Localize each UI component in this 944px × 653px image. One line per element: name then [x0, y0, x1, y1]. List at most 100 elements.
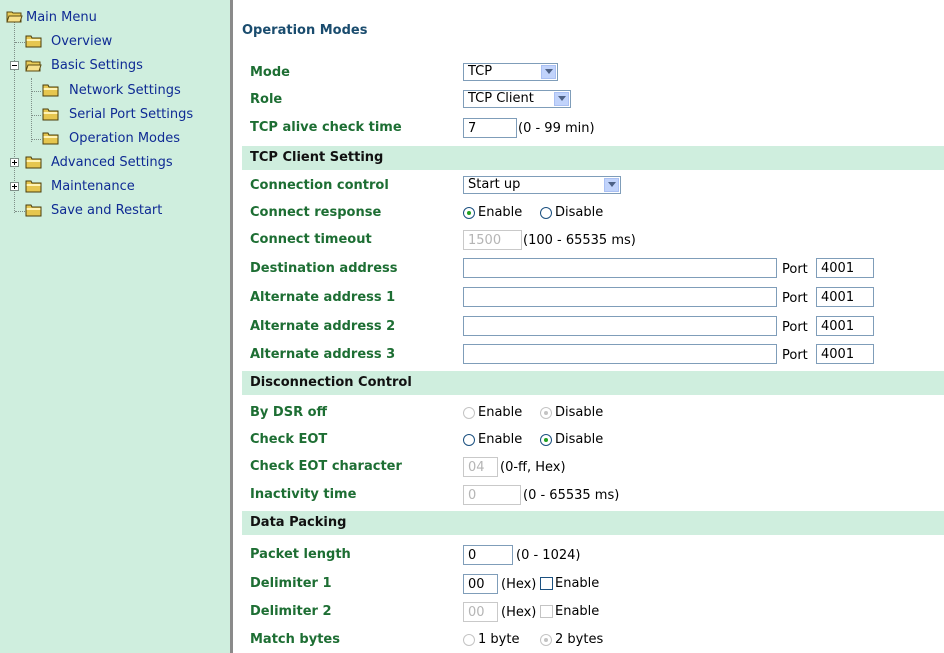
- inactivity-time-hint: (0 - 65535 ms): [523, 488, 620, 503]
- match-bytes-label: Match bytes: [250, 632, 340, 647]
- port-label: Port: [782, 291, 808, 306]
- alive-check-label: TCP alive check time: [250, 120, 402, 135]
- section-data-packing: Data Packing: [242, 511, 944, 535]
- connection-control-select[interactable]: Start up: [463, 176, 621, 194]
- alternate-port-3-input[interactable]: [816, 344, 874, 364]
- alive-check-input[interactable]: [463, 118, 517, 138]
- sidebar-item-operation-modes[interactable]: Operation Modes: [0, 129, 210, 149]
- alternate-address-2-label: Alternate address 2: [250, 319, 396, 334]
- alternate-port-1-input[interactable]: [816, 287, 874, 307]
- sidebar-item-network-settings[interactable]: Network Settings: [0, 81, 210, 101]
- dsr-off-disable-radio[interactable]: [540, 407, 552, 419]
- check-eot-disable-label[interactable]: Disable: [555, 432, 603, 447]
- folder-icon: [42, 132, 59, 145]
- check-eot-enable-label[interactable]: Enable: [478, 432, 522, 447]
- alternate-address-3-input[interactable]: [463, 344, 777, 364]
- delimiter-2-input[interactable]: [463, 602, 498, 622]
- delimiter-1-enable-label[interactable]: Enable: [555, 576, 599, 591]
- packet-length-label: Packet length: [250, 547, 351, 562]
- folder-open-icon: [25, 60, 42, 72]
- folder-icon: [25, 180, 42, 193]
- role-label: Role: [250, 92, 283, 107]
- connect-response-enable-radio[interactable]: [463, 207, 475, 219]
- section-disconnection-control: Disconnection Control: [242, 371, 944, 395]
- sidebar-item-label: Operation Modes: [69, 131, 181, 146]
- connect-response-enable-label[interactable]: Enable: [478, 205, 522, 220]
- folder-icon: [25, 204, 42, 217]
- sidebar: Main Menu Overview Basic Settings Networ…: [0, 0, 230, 653]
- section-title: TCP Client Setting: [250, 150, 384, 165]
- sidebar-item-basic-settings[interactable]: Basic Settings: [0, 56, 200, 76]
- inactivity-time-label: Inactivity time: [250, 487, 357, 502]
- alive-check-hint: (0 - 99 min): [518, 121, 595, 136]
- connect-response-disable-label[interactable]: Disable: [555, 205, 603, 220]
- match-two-bytes-label[interactable]: 2 bytes: [555, 632, 603, 647]
- mode-select-value: TCP: [468, 64, 493, 79]
- alternate-port-2-input[interactable]: [816, 316, 874, 336]
- folder-icon: [42, 108, 59, 121]
- delimiter-2-enable-label[interactable]: Enable: [555, 604, 599, 619]
- delimiter-1-hex: (Hex): [501, 577, 537, 592]
- sidebar-item-maintenance[interactable]: Maintenance: [0, 177, 200, 197]
- sidebar-item-label: Basic Settings: [51, 58, 143, 73]
- role-select[interactable]: TCP Client: [463, 90, 571, 108]
- sidebar-item-label: Save and Restart: [51, 203, 163, 218]
- dsr-off-enable-label[interactable]: Enable: [478, 405, 522, 420]
- mode-label: Mode: [250, 65, 290, 80]
- folder-open-icon: [6, 11, 23, 23]
- sidebar-item-main-menu[interactable]: Main Menu: [0, 8, 200, 28]
- destination-port-input[interactable]: [816, 258, 874, 278]
- alternate-address-3-label: Alternate address 3: [250, 347, 396, 362]
- plus-toggle-icon[interactable]: [10, 158, 19, 167]
- connect-response-disable-radio[interactable]: [540, 207, 552, 219]
- eot-character-label: Check EOT character: [250, 459, 402, 474]
- inactivity-time-input[interactable]: [463, 485, 521, 505]
- folder-icon: [25, 156, 42, 169]
- sidebar-item-serial-port-settings[interactable]: Serial Port Settings: [0, 105, 215, 125]
- check-eot-disable-radio[interactable]: [540, 434, 552, 446]
- match-one-byte-label[interactable]: 1 byte: [478, 632, 519, 647]
- eot-character-hint: (0-ff, Hex): [500, 460, 566, 475]
- port-label: Port: [782, 320, 808, 335]
- destination-address-input[interactable]: [463, 258, 777, 278]
- sidebar-item-advanced-settings[interactable]: Advanced Settings: [0, 153, 210, 173]
- section-title: Disconnection Control: [250, 375, 412, 390]
- delimiter-1-input[interactable]: [463, 574, 498, 594]
- delimiter-2-enable-checkbox[interactable]: [540, 605, 553, 618]
- eot-character-input[interactable]: [463, 457, 498, 477]
- delimiter-1-label: Delimiter 1: [250, 576, 332, 591]
- sidebar-item-label: Serial Port Settings: [69, 107, 194, 122]
- dsr-off-disable-label[interactable]: Disable: [555, 405, 603, 420]
- packet-length-hint: (0 - 1024): [516, 548, 581, 563]
- port-label: Port: [782, 348, 808, 363]
- folder-icon: [25, 35, 42, 48]
- folder-icon: [42, 84, 59, 97]
- connect-response-label: Connect response: [250, 205, 382, 220]
- alternate-address-1-input[interactable]: [463, 287, 777, 307]
- dsr-off-enable-radio[interactable]: [463, 407, 475, 419]
- connect-timeout-input[interactable]: [463, 230, 522, 250]
- port-label: Port: [782, 262, 808, 277]
- match-one-byte-radio[interactable]: [463, 634, 475, 646]
- delimiter-1-enable-checkbox[interactable]: [540, 577, 553, 590]
- sidebar-item-overview[interactable]: Overview: [0, 32, 200, 52]
- alternate-address-2-input[interactable]: [463, 316, 777, 336]
- sidebar-item-save-and-restart[interactable]: Save and Restart: [0, 201, 200, 221]
- connection-control-value: Start up: [468, 177, 521, 192]
- check-eot-enable-radio[interactable]: [463, 434, 475, 446]
- dropdown-arrow-icon: [604, 178, 619, 192]
- connect-timeout-hint: (100 - 65535 ms): [523, 233, 636, 248]
- sidebar-item-label: Main Menu: [26, 10, 97, 25]
- match-two-bytes-radio[interactable]: [540, 634, 552, 646]
- sidebar-item-label: Advanced Settings: [51, 155, 173, 170]
- connection-control-label: Connection control: [250, 178, 389, 193]
- section-tcp-client: TCP Client Setting: [242, 146, 944, 170]
- dropdown-arrow-icon: [541, 65, 556, 79]
- packet-length-input[interactable]: [463, 545, 513, 565]
- destination-address-label: Destination address: [250, 261, 398, 276]
- minus-toggle-icon[interactable]: [10, 61, 19, 70]
- alternate-address-1-label: Alternate address 1: [250, 290, 396, 305]
- delimiter-2-label: Delimiter 2: [250, 604, 332, 619]
- mode-select[interactable]: TCP: [463, 63, 558, 81]
- plus-toggle-icon[interactable]: [10, 182, 19, 191]
